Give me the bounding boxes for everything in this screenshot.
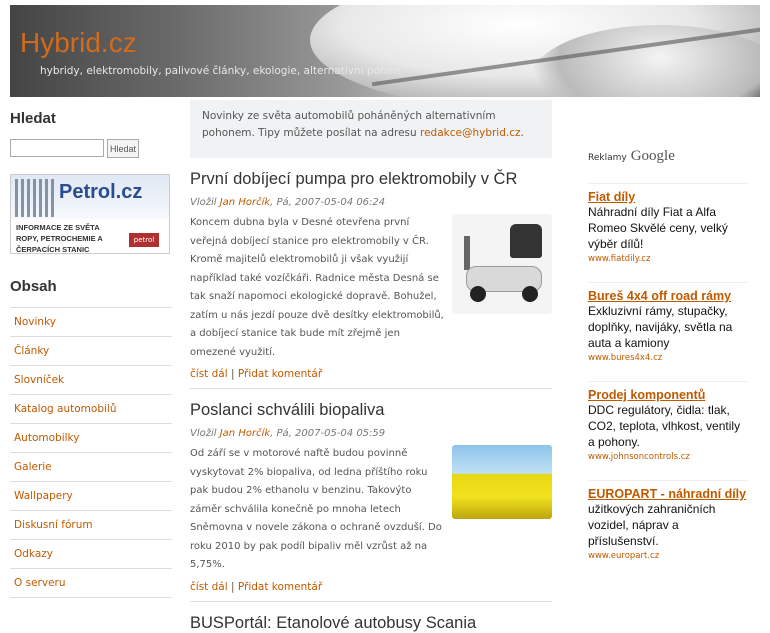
add-comment-link[interactable]: Přidat komentář — [238, 368, 322, 380]
ad-text: Exkluzivní rámy, stupačky, doplňky, navi… — [588, 304, 733, 350]
menu-link[interactable]: Galerie — [14, 461, 52, 473]
article-title[interactable]: BUSPortál: Etanolové autobusy Scania — [190, 614, 552, 633]
scooter-wheel — [522, 286, 538, 302]
ad-title[interactable]: Bureš 4x4 off road rámy — [588, 289, 748, 303]
meta-prefix: Vložil — [190, 197, 217, 208]
menu-link[interactable]: O serveru — [14, 577, 66, 589]
site-tagline: hybridy, elektromobily, palivové články,… — [40, 65, 400, 77]
article-title[interactable]: Poslanci schválili biopaliva — [190, 401, 552, 420]
menu-link[interactable]: Katalog automobilů — [14, 403, 116, 415]
menu-item-automobilky[interactable]: Automobilky — [10, 424, 172, 453]
menu-link[interactable]: Automobilky — [14, 432, 79, 444]
rapeseed-field-image — [452, 445, 552, 519]
menu-heading: Obsah — [10, 278, 57, 295]
intro-end: . — [520, 127, 524, 139]
ad-title[interactable]: Fiat díly — [588, 190, 748, 204]
ad-text: DDC regulátory, čidla: tlak, CO2, teplot… — [588, 403, 741, 449]
scooter-handle — [464, 236, 470, 270]
search-button[interactable]: Hledat — [107, 139, 140, 158]
menu-link[interactable]: Odkazy — [14, 548, 53, 560]
petrol-banner-top: Petrol.cz — [11, 175, 169, 219]
search-heading: Hledat — [10, 110, 56, 127]
ad-title[interactable]: EUROPART - náhradní díly — [588, 487, 748, 501]
menu-link[interactable]: Novinky — [14, 316, 56, 328]
author-link[interactable]: Jan Horčík — [220, 197, 270, 208]
menu-item-forum[interactable]: Diskusní fórum — [10, 511, 172, 540]
menu-item-novinky[interactable]: Novinky — [10, 308, 172, 337]
article-title[interactable]: První dobíjecí pumpa pro elektromobily v… — [190, 170, 552, 189]
mobility-scooter-image — [452, 214, 552, 314]
article-meta: Vložil Jan Horčík, Pá, 2007-05-04 06:24 — [190, 197, 552, 208]
article-text: Koncem dubna byla v Desné otevřena první… — [190, 217, 444, 358]
article-date: , Pá, 2007-05-04 06:24 — [270, 197, 386, 208]
menu-item-katalog[interactable]: Katalog automobilů — [10, 395, 172, 424]
article-links: číst dál | Přidat komentář — [190, 368, 552, 389]
article-text: Od září se v motorové naftě budou povinn… — [190, 448, 442, 570]
ads-label-text: Reklamy — [588, 153, 627, 163]
menu-item-wallpapery[interactable]: Wallpapery — [10, 482, 172, 511]
petrol-mini-logo: petrol — [129, 233, 159, 247]
author-link[interactable]: Jan Horčík — [220, 428, 270, 439]
menu-item-galerie[interactable]: Galerie — [10, 453, 172, 482]
ads-sidebar: Reklamy Google Fiat díly Náhradní díly F… — [588, 148, 748, 561]
google-logo: Google — [630, 148, 675, 164]
read-more-link[interactable]: číst dál — [190, 368, 228, 380]
ads-label: Reklamy Google — [588, 148, 748, 165]
ad-item[interactable]: Fiat díly Náhradní díly Fiat a Alfa Rome… — [588, 183, 748, 264]
petrol-banner[interactable]: Petrol.cz INFORMACE ZE SVĚTA ROPY, PETRO… — [10, 174, 170, 254]
ad-item[interactable]: Prodej komponentů DDC regulátory, čidla:… — [588, 381, 748, 462]
link-separator: | — [227, 580, 238, 593]
link-separator: | — [227, 368, 238, 380]
menu-link[interactable]: Diskusní fórum — [14, 519, 93, 531]
ad-item[interactable]: EUROPART - náhradní díly užitkových zahr… — [588, 480, 748, 561]
petrol-banner-text: INFORMACE ZE SVĚTA ROPY, PETROCHEMIE A Č… — [16, 223, 103, 254]
site-logo[interactable]: Hybrid.cz — [20, 27, 137, 59]
menu-link[interactable]: Slovníček — [14, 374, 64, 386]
menu-item-odkazy[interactable]: Odkazy — [10, 540, 172, 569]
article-links: číst dál | Přidat komentář — [190, 581, 552, 602]
ad-text: užitkových zahraničních vozidel, náprav … — [588, 502, 716, 548]
search-input[interactable] — [10, 139, 104, 157]
scooter-seat — [510, 224, 542, 258]
read-more-link[interactable]: číst dál — [190, 581, 228, 593]
add-comment-link[interactable]: Přidat komentář — [238, 581, 322, 593]
article-body: Od září se v motorové naftě budou povinn… — [190, 445, 552, 575]
article-date: , Pá, 2007-05-04 05:59 — [270, 428, 386, 439]
ad-url[interactable]: www.europart.cz — [588, 551, 748, 561]
petrol-brand: Petrol.cz — [59, 181, 143, 203]
meta-prefix: Vložil — [190, 428, 217, 439]
article-meta: Vložil Jan Horčík, Pá, 2007-05-04 05:59 — [190, 428, 552, 439]
menu-link[interactable]: Wallpapery — [14, 490, 73, 502]
ad-url[interactable]: www.fiatdily.cz — [588, 254, 748, 264]
search-form: Hledat — [10, 139, 172, 158]
scooter-wheel — [470, 286, 486, 302]
ad-item[interactable]: Bureš 4x4 off road rámy Exkluzivní rámy,… — [588, 282, 748, 363]
intro-box: Novinky ze světa automobilů poháněných a… — [190, 100, 552, 158]
refinery-icon — [15, 179, 57, 217]
menu-item-o-serveru[interactable]: O serveru — [10, 569, 172, 598]
ad-title[interactable]: Prodej komponentů — [588, 388, 748, 402]
menu-item-clanky[interactable]: Články — [10, 337, 172, 366]
ad-url[interactable]: www.johnsoncontrols.cz — [588, 452, 748, 462]
site-header: Hybrid.cz hybridy, elektromobily, palivo… — [10, 5, 760, 97]
article-body: Koncem dubna byla v Desné otevřena první… — [190, 214, 552, 362]
menu-link[interactable]: Články — [14, 345, 49, 357]
menu-item-slovnicek[interactable]: Slovníček — [10, 366, 172, 395]
article: První dobíjecí pumpa pro elektromobily v… — [190, 170, 552, 389]
article: Poslanci schválili biopaliva Vložil Jan … — [190, 401, 552, 602]
ad-text: Náhradní díly Fiat a Alfa Romeo Skvělé c… — [588, 205, 728, 251]
main-content: Novinky ze světa automobilů poháněných a… — [190, 100, 552, 633]
contact-email-link[interactable]: redakce@hybrid.cz — [420, 127, 521, 139]
ad-url[interactable]: www.bures4x4.cz — [588, 353, 748, 363]
main-menu: Novinky Články Slovníček Katalog automob… — [10, 307, 172, 598]
left-sidebar: Hledat Hledat Petrol.cz INFORMACE ZE SVĚ… — [10, 110, 172, 598]
